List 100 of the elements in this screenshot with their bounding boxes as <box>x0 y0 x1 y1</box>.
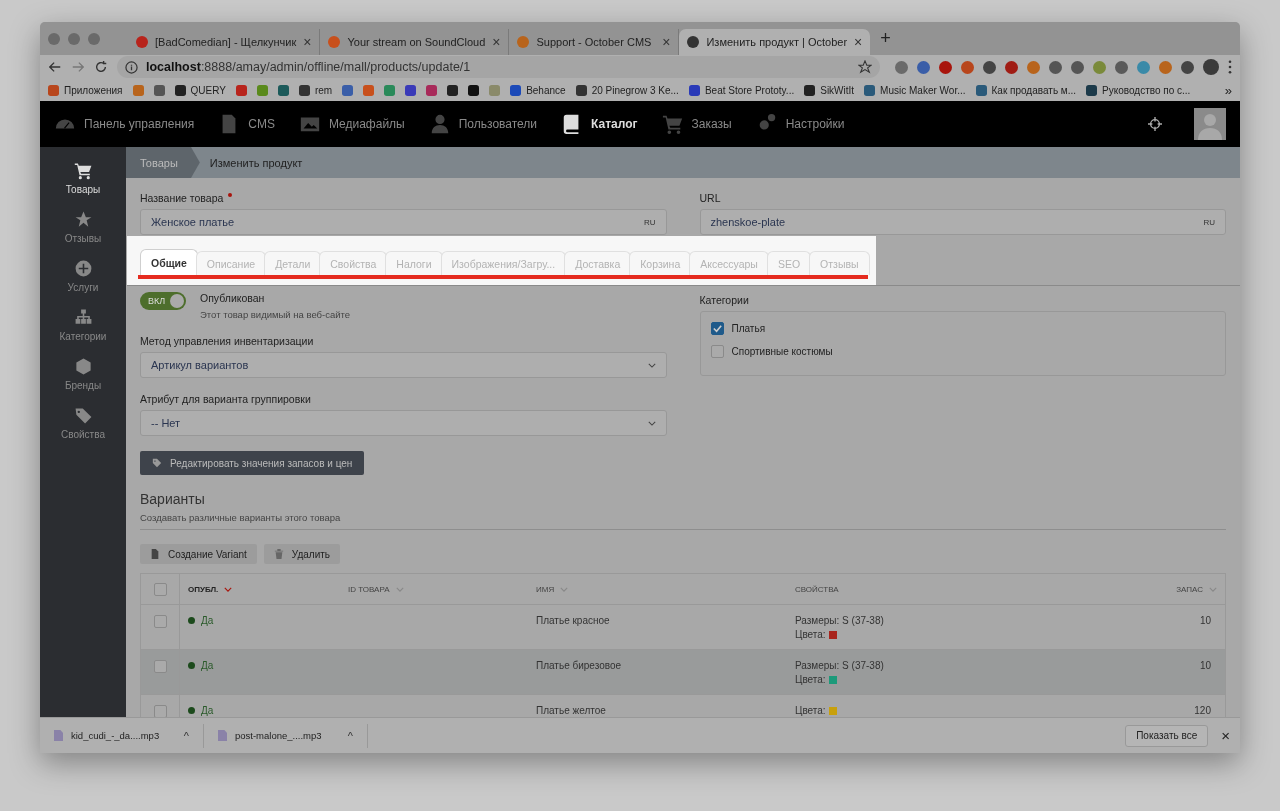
table-cell: 120 <box>1194 705 1211 716</box>
checkbox[interactable] <box>710 345 724 358</box>
extension-icon[interactable] <box>1115 60 1128 74</box>
edit-stock-button[interactable]: Редактировать значения запасов и цен <box>140 451 365 475</box>
row-checkbox[interactable] <box>153 615 167 628</box>
sidebar-item[interactable]: Товары <box>40 161 126 195</box>
column-header[interactable]: ИМЯ <box>536 584 555 594</box>
reload-icon[interactable] <box>94 60 108 74</box>
bookmark-icon <box>153 84 165 96</box>
sidebar-icon <box>73 308 93 327</box>
browser-tab[interactable]: Изменить продукт | October × <box>679 29 871 55</box>
dropdown[interactable]: -- Нет <box>140 410 667 436</box>
select-all-checkbox[interactable] <box>153 582 167 596</box>
bookmark-icon <box>342 84 354 96</box>
extension-icon[interactable] <box>961 60 974 74</box>
nav-item[interactable]: CMS <box>218 113 275 135</box>
extension-icon[interactable] <box>983 60 996 74</box>
close-tab-button[interactable]: × <box>662 34 671 50</box>
extension-icon[interactable] <box>1049 60 1062 74</box>
breadcrumb-link[interactable]: Товары <box>126 147 200 178</box>
extension-icon[interactable] <box>917 60 930 74</box>
site-icon <box>136 36 148 48</box>
sidebar-item[interactable]: Категории <box>40 308 126 342</box>
nav-item[interactable]: Медиафайлы <box>298 113 405 135</box>
section-comment: Создавать различные варианты этого товара <box>140 512 342 523</box>
sidebar-item[interactable]: Бренды <box>40 357 126 391</box>
back-icon[interactable] <box>48 60 62 74</box>
column-header[interactable]: СВОЙСТВА <box>795 584 839 594</box>
table-cell: Размеры: S (37-38) <box>795 615 884 626</box>
form-tab[interactable]: Общие <box>140 249 198 275</box>
bookmark[interactable]: Behance <box>510 84 566 96</box>
nav-item[interactable]: Каталог <box>561 113 638 135</box>
table-row[interactable]: Да Платье бирезовое Размеры: S (37-38) Цвета: 10 <box>141 649 1225 694</box>
table-cell: Цвета: <box>795 674 826 685</box>
delete-button[interactable]: Удалить <box>263 544 340 564</box>
download-menu-button[interactable]: ^ <box>183 729 189 742</box>
row-checkbox[interactable] <box>153 705 167 717</box>
zoom-window-button[interactable] <box>88 32 100 45</box>
toggle-switch[interactable]: ВКЛ <box>140 292 186 310</box>
bookmark[interactable]: Как продавать м... <box>975 84 1077 96</box>
bookmark[interactable] <box>447 84 459 96</box>
info-icon <box>125 60 138 74</box>
more-bookmarks-button[interactable]: » <box>1224 82 1232 98</box>
table-cell: Да <box>201 615 214 626</box>
close-tab-button[interactable]: × <box>854 34 863 50</box>
extension-icon[interactable] <box>1181 60 1194 74</box>
extension-icon[interactable] <box>1005 60 1018 74</box>
extension-icon[interactable] <box>1027 60 1040 74</box>
column-header[interactable]: ЗАПАС <box>1176 584 1203 594</box>
bookmark[interactable]: Music Maker Wor... <box>864 84 966 96</box>
crosshair-icon[interactable] <box>1148 117 1162 131</box>
close-button[interactable]: × <box>1221 727 1230 744</box>
text-field[interactable]: Женское платье RU <box>140 209 667 235</box>
close-window-button[interactable] <box>48 32 60 45</box>
extension-icon[interactable] <box>1071 60 1084 74</box>
close-tab-button[interactable]: × <box>492 34 501 50</box>
bookmark-icon <box>174 84 186 96</box>
bookmark[interactable]: Руководство по с... <box>1086 84 1191 96</box>
address-bar[interactable]: localhost:8888/amay/admin/offline/mall/products/update/1 <box>117 56 880 78</box>
nav-item[interactable]: Пользователи <box>428 113 538 135</box>
bookmark[interactable] <box>405 84 417 96</box>
download-item[interactable]: post-malone_....mp3 <box>235 730 340 741</box>
bookmark[interactable]: 20 Pinegrow 3 Ke... <box>575 84 679 96</box>
sidebar-item[interactable]: Свойства <box>40 406 126 440</box>
checkbox[interactable] <box>710 322 724 335</box>
bookmark[interactable] <box>277 84 289 96</box>
download-menu-button[interactable]: ^ <box>347 729 353 742</box>
bookmark[interactable]: QUERY <box>174 84 226 96</box>
nav-icon <box>661 113 684 135</box>
extension-icon[interactable] <box>1159 60 1172 74</box>
create-variant-button[interactable]: Создание Variant <box>140 544 257 564</box>
bookmark[interactable]: Beat Store Prototy... <box>688 84 795 96</box>
close-tab-button[interactable]: × <box>303 34 312 50</box>
dropdown[interactable]: Артикул вариантов <box>140 352 667 378</box>
menu-icon[interactable] <box>1228 60 1232 74</box>
minimize-window-button[interactable] <box>68 32 80 45</box>
show-all-button[interactable]: Показать все <box>1125 724 1209 747</box>
row-checkbox[interactable] <box>153 660 167 673</box>
extension-icon[interactable] <box>939 60 952 74</box>
bookmark[interactable]: Приложения <box>48 84 123 96</box>
new-tab-button[interactable]: + <box>880 28 891 49</box>
bookmark-icon <box>48 84 59 96</box>
sidebar-item[interactable]: Отзывы <box>40 210 126 244</box>
bookmark-icon <box>468 84 480 96</box>
column-header[interactable]: ОПУБЛ. <box>188 584 219 594</box>
forward-icon[interactable] <box>71 60 85 74</box>
text-field[interactable]: zhenskoe-plate RU <box>699 209 1226 235</box>
nav-item[interactable]: Заказы <box>661 113 732 135</box>
nav-item[interactable]: Панель управления <box>54 113 195 135</box>
extension-icon[interactable] <box>895 60 908 74</box>
sidebar-item[interactable]: Услуги <box>40 259 126 293</box>
bookmark[interactable]: rem <box>298 84 333 96</box>
profile-avatar[interactable] <box>1203 59 1219 75</box>
bookmark-star-icon[interactable] <box>858 60 872 74</box>
column-header[interactable]: ID ТОВАРА <box>348 584 390 594</box>
download-item[interactable]: kid_cudi_-_da....mp3 <box>71 730 176 741</box>
bookmark[interactable]: SikWitIt <box>804 84 855 96</box>
sort-caret-icon[interactable] <box>224 586 233 592</box>
nav-item[interactable]: Настройки <box>755 113 845 135</box>
bookmark[interactable] <box>468 84 480 96</box>
